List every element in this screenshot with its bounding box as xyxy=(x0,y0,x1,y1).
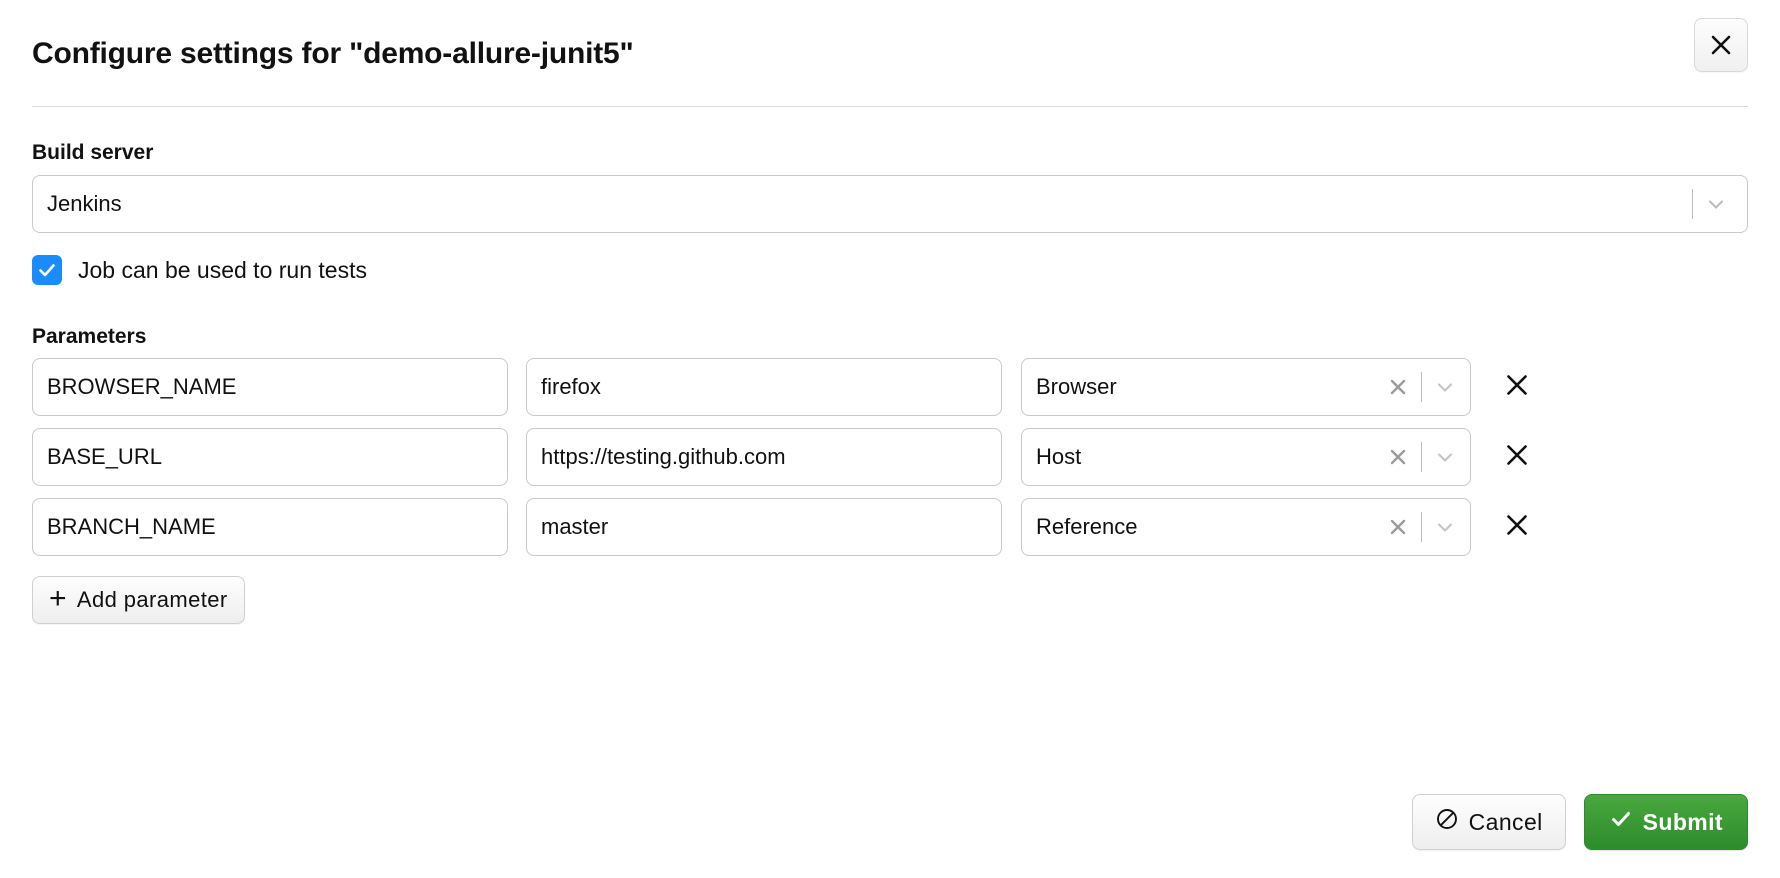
parameters-list: BROWSER_NAME firefox Browser BASE_URL ht… xyxy=(32,358,1748,557)
table-row: BASE_URL https://testing.github.com Host xyxy=(32,428,1748,487)
submit-button[interactable]: Submit xyxy=(1583,794,1748,850)
parameter-type-adornments xyxy=(1381,370,1462,404)
dialog-footer: Cancel Submit xyxy=(1411,794,1748,850)
remove-row-icon xyxy=(1503,511,1531,544)
parameters-label: Parameters xyxy=(32,325,147,349)
parameter-name-input[interactable]: BASE_URL xyxy=(32,428,508,487)
parameter-name-input[interactable]: BRANCH_NAME xyxy=(32,498,508,557)
build-server-label: Build server xyxy=(32,141,154,164)
table-row: BROWSER_NAME firefox Browser xyxy=(32,358,1748,417)
parameter-value-value: https://testing.github.com xyxy=(541,444,786,470)
build-server-select[interactable]: Jenkins xyxy=(32,175,1748,234)
remove-row-icon xyxy=(1503,441,1531,474)
parameter-type-adornments xyxy=(1381,510,1462,544)
parameter-name-value: BROWSER_NAME xyxy=(47,374,237,400)
chevron-down-icon[interactable] xyxy=(1428,440,1462,474)
chevron-down-icon[interactable] xyxy=(1428,370,1462,404)
job-run-tests-checkbox-row[interactable]: Job can be used to run tests xyxy=(32,255,1748,286)
page-title: Configure settings for "demo-allure-juni… xyxy=(32,36,634,70)
separator xyxy=(1692,189,1693,220)
parameter-type-select[interactable]: Reference xyxy=(1021,498,1471,557)
parameter-type-select[interactable]: Host xyxy=(1021,428,1471,487)
remove-parameter-button[interactable] xyxy=(1489,359,1545,415)
cancel-button[interactable]: Cancel xyxy=(1411,794,1566,850)
build-server-adornments xyxy=(1686,187,1733,221)
chevron-down-icon[interactable] xyxy=(1428,510,1462,544)
add-parameter-label: Add parameter xyxy=(76,587,228,613)
add-parameter-button[interactable]: + Add parameter xyxy=(32,576,245,625)
configure-settings-dialog: Configure settings for "demo-allure-juni… xyxy=(0,0,1780,878)
dialog-header: Configure settings for "demo-allure-juni… xyxy=(32,0,1748,106)
chevron-down-icon[interactable] xyxy=(1699,187,1733,221)
parameter-type-value: Host xyxy=(1036,444,1082,470)
parameter-name-input[interactable]: BROWSER_NAME xyxy=(32,358,508,417)
job-run-tests-label: Job can be used to run tests xyxy=(78,256,367,283)
parameter-type-value: Reference xyxy=(1036,514,1138,540)
build-server-value: Jenkins xyxy=(47,191,122,217)
close-button[interactable] xyxy=(1694,18,1748,72)
check-icon xyxy=(36,259,58,281)
remove-parameter-button[interactable] xyxy=(1489,429,1545,485)
parameter-value-value: master xyxy=(541,514,609,540)
table-row: BRANCH_NAME master Reference xyxy=(32,498,1748,557)
clear-icon[interactable] xyxy=(1381,510,1415,544)
cancel-label: Cancel xyxy=(1468,808,1543,835)
header-divider xyxy=(32,106,1748,107)
parameter-value-value: firefox xyxy=(541,374,601,400)
parameter-name-value: BASE_URL xyxy=(47,444,162,470)
prohibited-icon xyxy=(1435,807,1459,837)
remove-parameter-button[interactable] xyxy=(1489,499,1545,555)
parameter-type-value: Browser xyxy=(1036,374,1117,400)
remove-row-icon xyxy=(1503,371,1531,404)
plus-icon: + xyxy=(49,582,67,616)
close-icon xyxy=(1708,32,1734,58)
parameter-value-input[interactable]: firefox xyxy=(526,358,1002,417)
submit-label: Submit xyxy=(1642,808,1723,835)
parameter-value-input[interactable]: master xyxy=(526,498,1002,557)
check-icon xyxy=(1609,807,1633,837)
job-run-tests-checkbox[interactable] xyxy=(32,255,62,286)
separator xyxy=(1421,442,1422,473)
clear-icon[interactable] xyxy=(1381,440,1415,474)
parameter-value-input[interactable]: https://testing.github.com xyxy=(526,428,1002,487)
separator xyxy=(1421,372,1422,403)
separator xyxy=(1421,512,1422,543)
parameter-name-value: BRANCH_NAME xyxy=(47,514,216,540)
parameter-type-select[interactable]: Browser xyxy=(1021,358,1471,417)
clear-icon[interactable] xyxy=(1381,370,1415,404)
parameter-type-adornments xyxy=(1381,440,1462,474)
